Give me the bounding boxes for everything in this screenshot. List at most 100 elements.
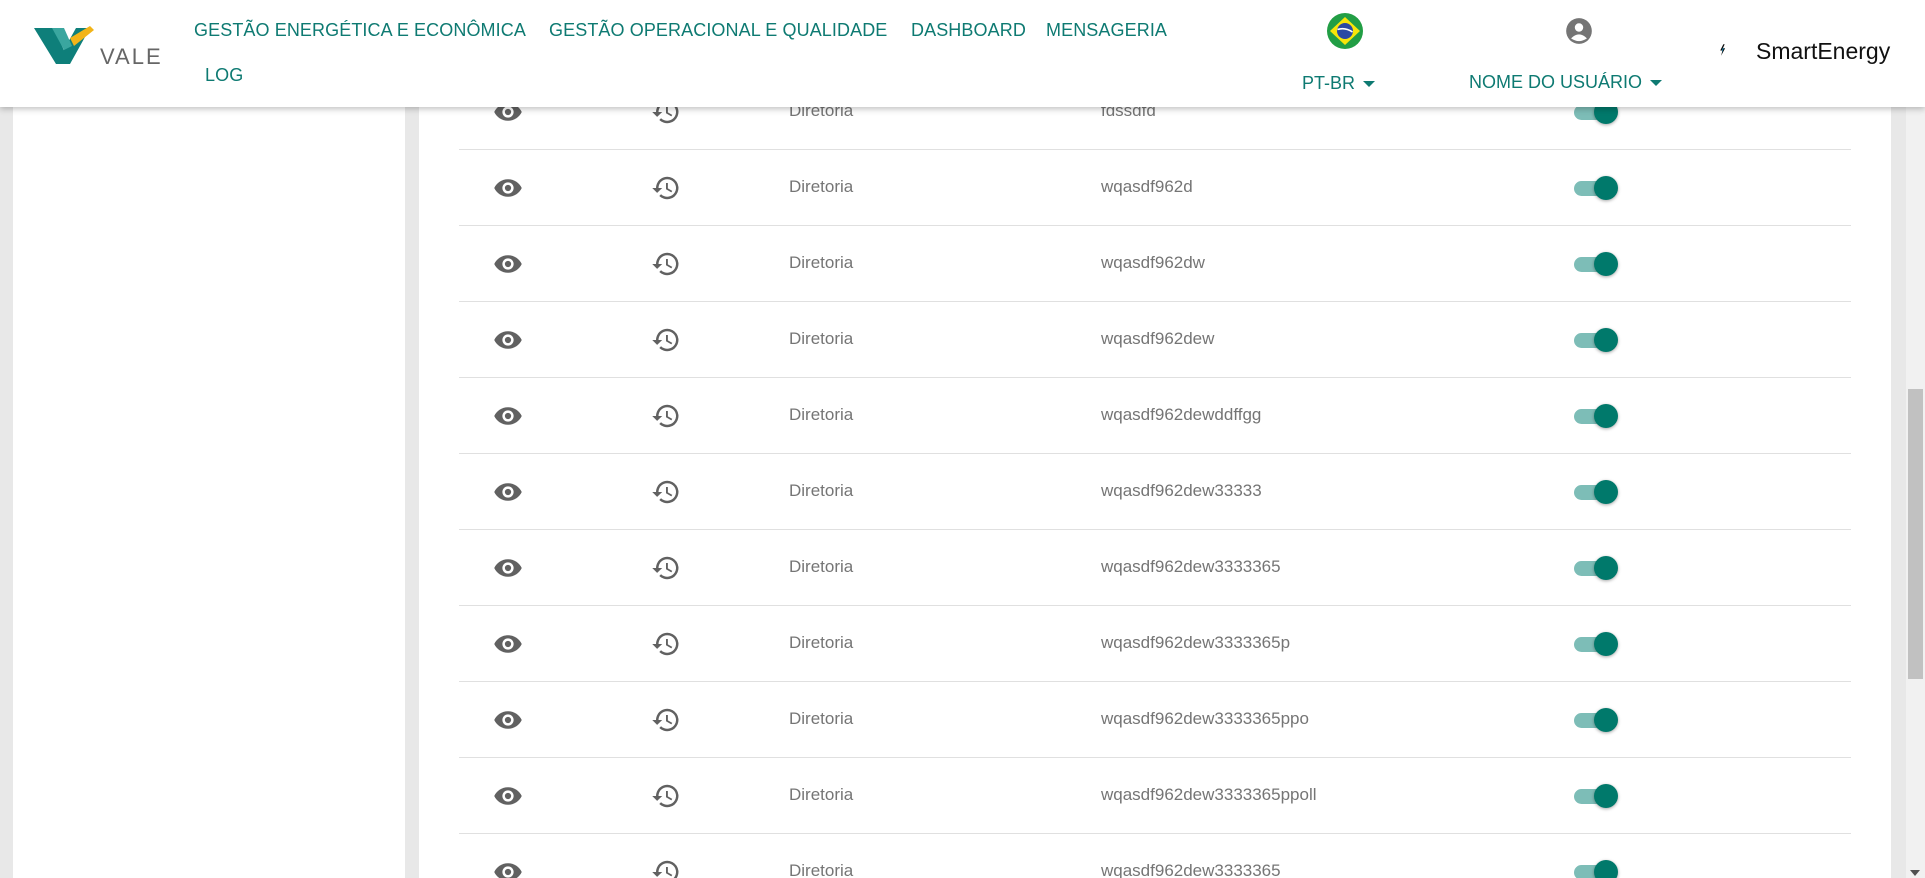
name-cell: fdssdfd (1101, 107, 1156, 120)
toggle-thumb (1594, 176, 1618, 200)
active-toggle[interactable] (1572, 554, 1620, 582)
category-cell: Diretoria (789, 557, 854, 576)
category-cell: Diretoria (789, 709, 854, 728)
table-row: Diretoria wqasdf962dw (459, 226, 1851, 302)
table-row: Diretoria wqasdf962dew3333365 (459, 834, 1851, 878)
table-row: Diretoria fdssdfd (459, 107, 1851, 150)
table-row: Diretoria wqasdf962dew3333365ppo (459, 682, 1851, 758)
category-cell: Diretoria (789, 481, 854, 500)
name-cell: wqasdf962dew3333365ppoll (1101, 785, 1317, 804)
toggle-thumb (1594, 632, 1618, 656)
nav-gestao-energetica[interactable]: GESTÃO ENERGÉTICA E ECONÔMICA (194, 20, 526, 41)
table-row: Diretoria wqasdf962dew (459, 302, 1851, 378)
eye-icon[interactable] (493, 629, 523, 659)
nav-dashboard[interactable]: DASHBOARD (911, 20, 1026, 41)
name-cell: wqasdf962dew (1101, 329, 1215, 348)
page-scrollbar[interactable] (1906, 107, 1925, 878)
eye-icon[interactable] (493, 705, 523, 735)
history-icon[interactable] (651, 781, 681, 811)
smartenergy-logo-text: SmartEnergy (1756, 38, 1891, 64)
brazil-flag-icon[interactable] (1326, 12, 1364, 50)
category-cell: Diretoria (789, 405, 854, 424)
history-icon[interactable] (651, 249, 681, 279)
active-toggle[interactable] (1572, 630, 1620, 658)
name-cell: wqasdf962dew3333365p (1101, 633, 1291, 652)
table-row: Diretoria wqasdf962d (459, 150, 1851, 226)
name-cell: wqasdf962dew3333365ppo (1101, 709, 1309, 728)
category-cell: Diretoria (789, 633, 854, 652)
history-icon[interactable] (651, 401, 681, 431)
active-toggle[interactable] (1572, 402, 1620, 430)
name-cell: wqasdf962dw (1101, 253, 1205, 272)
eye-icon[interactable] (493, 249, 523, 279)
records-table: Diretoria fdssdfd Diretoria wqasdf962d Diret… (459, 107, 1851, 878)
nav-mensageria[interactable]: MENSAGERIA (1046, 20, 1167, 41)
category-cell: Diretoria (789, 107, 854, 120)
history-icon[interactable] (651, 477, 681, 507)
nav-log[interactable]: LOG (205, 65, 243, 86)
category-cell: Diretoria (789, 177, 854, 196)
main-panel: Diretoria fdssdfd Diretoria wqasdf962d Diret… (419, 107, 1891, 878)
eye-icon[interactable] (493, 857, 523, 878)
name-cell: wqasdf962dewddffgg (1101, 405, 1262, 424)
category-cell: Diretoria (789, 253, 854, 272)
history-icon[interactable] (651, 705, 681, 735)
table-row: Diretoria wqasdf962dew33333 (459, 454, 1851, 530)
toggle-thumb (1594, 556, 1618, 580)
name-cell: wqasdf962dew3333365 (1101, 557, 1281, 576)
toggle-thumb (1594, 107, 1618, 124)
history-icon[interactable] (651, 857, 681, 878)
table-row: Diretoria wqasdf962dewddffgg (459, 378, 1851, 454)
toggle-thumb (1594, 404, 1618, 428)
active-toggle[interactable] (1572, 107, 1620, 126)
history-icon[interactable] (651, 325, 681, 355)
eye-icon[interactable] (493, 107, 523, 127)
account-circle-icon[interactable] (1565, 17, 1593, 45)
history-icon[interactable] (651, 107, 681, 127)
user-menu[interactable]: NOME DO USUÁRIO (1469, 72, 1663, 93)
toggle-thumb (1594, 328, 1618, 352)
toggle-thumb (1594, 860, 1618, 878)
eye-icon[interactable] (493, 553, 523, 583)
active-toggle[interactable] (1572, 174, 1620, 202)
user-name-label: NOME DO USUÁRIO (1469, 72, 1643, 92)
name-cell: wqasdf962dew33333 (1101, 481, 1262, 500)
vale-logo[interactable]: VALE (34, 20, 170, 80)
nav-gestao-operacional[interactable]: GESTÃO OPERACIONAL E QUALIDADE (549, 20, 887, 41)
eye-icon[interactable] (493, 325, 523, 355)
toggle-thumb (1594, 252, 1618, 276)
name-cell: wqasdf962dew3333365 (1101, 861, 1281, 878)
history-icon[interactable] (651, 173, 681, 203)
eye-icon[interactable] (493, 173, 523, 203)
scroll-down-arrow-icon[interactable] (1910, 870, 1920, 876)
svg-text:VALE: VALE (100, 44, 163, 69)
top-header: VALE GESTÃO ENERGÉTICA E ECONÔMICA GESTÃ… (0, 0, 1925, 107)
active-toggle[interactable] (1572, 782, 1620, 810)
eye-icon[interactable] (493, 781, 523, 811)
language-label: PT-BR (1302, 73, 1356, 93)
table-row: Diretoria wqasdf962dew3333365 (459, 530, 1851, 606)
scrollbar-thumb[interactable] (1908, 389, 1923, 679)
name-cell: wqasdf962d (1101, 177, 1193, 196)
active-toggle[interactable] (1572, 706, 1620, 734)
eye-icon[interactable] (493, 401, 523, 431)
category-cell: Diretoria (789, 861, 854, 878)
chevron-down-icon (1650, 80, 1663, 87)
left-sidebar (13, 107, 405, 878)
active-toggle[interactable] (1572, 858, 1620, 878)
category-cell: Diretoria (789, 329, 854, 348)
category-cell: Diretoria (789, 785, 854, 804)
history-icon[interactable] (651, 553, 681, 583)
toggle-thumb (1594, 784, 1618, 808)
table-row: Diretoria wqasdf962dew3333365p (459, 606, 1851, 682)
toggle-thumb (1594, 480, 1618, 504)
history-icon[interactable] (651, 629, 681, 659)
smartenergy-logo[interactable] (1718, 22, 1758, 78)
table-row: Diretoria wqasdf962dew3333365ppoll (459, 758, 1851, 834)
language-selector[interactable]: PT-BR (1302, 73, 1376, 94)
active-toggle[interactable] (1572, 478, 1620, 506)
active-toggle[interactable] (1572, 250, 1620, 278)
chevron-down-icon (1363, 81, 1376, 88)
active-toggle[interactable] (1572, 326, 1620, 354)
eye-icon[interactable] (493, 477, 523, 507)
